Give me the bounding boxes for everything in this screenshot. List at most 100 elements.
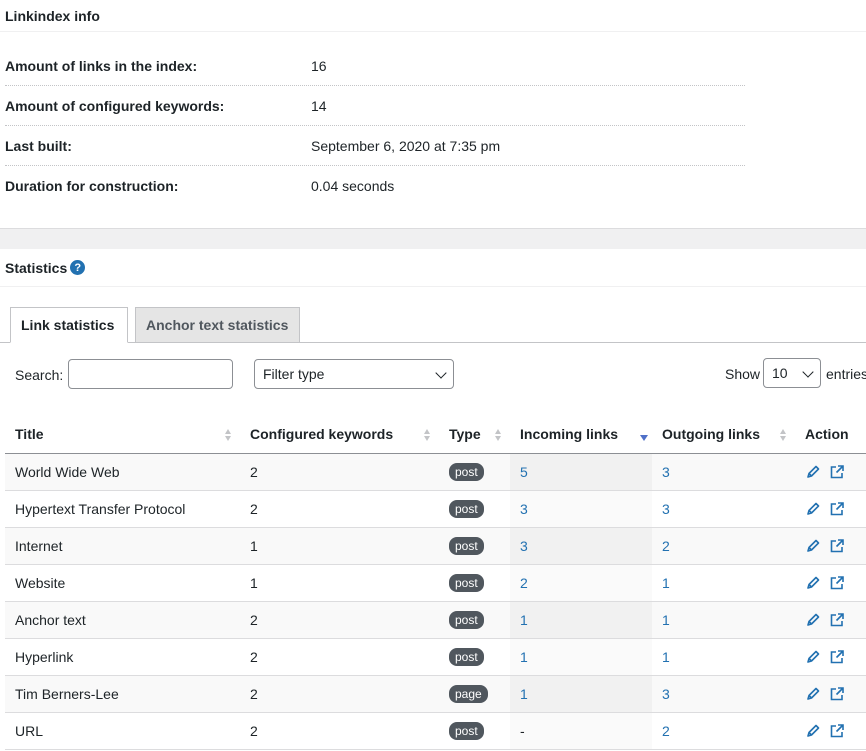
row-title: Anchor text [5, 601, 240, 639]
sort-icon [495, 429, 502, 441]
external-link-icon[interactable] [829, 538, 845, 554]
row-actions [795, 712, 866, 750]
linkindex-info-title: Linkindex info [5, 7, 100, 24]
column-header-incoming[interactable]: Incoming links [510, 415, 652, 454]
type-badge: post [449, 610, 484, 629]
type-badge: post [449, 573, 484, 592]
info-label: Last built: [5, 137, 72, 154]
row-outgoing: 1 [652, 564, 795, 602]
table-row: World Wide Web 2 post 5 3 [5, 453, 866, 491]
table-row: Tim Berners-Lee 2 page 1 3 [5, 675, 866, 713]
chevron-down-icon [802, 366, 814, 378]
row-incoming: 3 [510, 527, 652, 565]
help-icon[interactable]: ? [70, 260, 86, 275]
statistics-panel: Statistics ? Link statistics Anchor text… [0, 249, 866, 751]
pencil-icon[interactable] [805, 649, 821, 665]
entries-length-select[interactable]: 10 [763, 358, 821, 388]
table-row: Hyperlink 2 post 1 1 [5, 638, 866, 676]
row-title: Tim Berners-Lee [5, 675, 240, 713]
column-header-action: Action [795, 415, 866, 454]
pencil-icon[interactable] [805, 575, 821, 591]
incoming-links-value: - [520, 722, 525, 739]
type-badge: post [449, 721, 484, 740]
row-keywords: 2 [240, 601, 439, 639]
row-type: post [439, 601, 510, 639]
outgoing-links-link[interactable]: 1 [662, 649, 670, 665]
table-row: Website 1 post 2 1 [5, 564, 866, 602]
row-keywords: 2 [240, 712, 439, 750]
incoming-links-link[interactable]: 3 [520, 501, 528, 517]
link-statistics-table: Title Configured keywords Type Incoming … [5, 415, 866, 750]
outgoing-links-link[interactable]: 3 [662, 686, 670, 702]
sort-icon [424, 429, 431, 441]
type-badge: page [449, 684, 488, 703]
row-type: post [439, 453, 510, 491]
tab-link-statistics[interactable]: Link statistics [10, 307, 128, 343]
search-label: Search: [15, 367, 64, 383]
external-link-icon[interactable] [829, 612, 845, 628]
incoming-links-link[interactable]: 1 [520, 649, 528, 665]
row-type: post [439, 638, 510, 676]
search-input[interactable] [68, 359, 233, 389]
table-row: Hypertext Transfer Protocol 2 post 3 3 [5, 490, 866, 528]
sort-icon [780, 429, 787, 441]
pencil-icon[interactable] [805, 464, 821, 480]
incoming-links-link[interactable]: 5 [520, 464, 528, 480]
pencil-icon[interactable] [805, 612, 821, 628]
outgoing-links-link[interactable]: 1 [662, 575, 670, 591]
info-label: Duration for construction: [5, 178, 179, 194]
column-header-keywords[interactable]: Configured keywords [240, 415, 439, 454]
statistics-tabs: Link statistics Anchor text statistics [0, 307, 866, 343]
external-link-icon[interactable] [829, 575, 845, 591]
outgoing-links-link[interactable]: 3 [662, 501, 670, 517]
row-outgoing: 1 [652, 601, 795, 639]
pencil-icon[interactable] [805, 686, 821, 702]
row-actions [795, 675, 866, 713]
table-row: URL 2 post -2 [5, 712, 866, 750]
external-link-icon[interactable] [829, 649, 845, 665]
info-rows: Amount of links in the index: 16 Amount … [5, 46, 745, 206]
row-title: Website [5, 564, 240, 602]
outgoing-links-link[interactable]: 1 [662, 612, 670, 628]
info-value: 16 [311, 57, 327, 74]
pencil-icon[interactable] [805, 501, 821, 517]
type-badge: post [449, 462, 484, 481]
info-label: Amount of configured keywords: [5, 97, 225, 114]
incoming-links-link[interactable]: 1 [520, 686, 528, 702]
row-outgoing: 2 [652, 527, 795, 565]
column-header-title[interactable]: Title [5, 415, 240, 454]
row-incoming: 1 [510, 638, 652, 676]
info-row-links: Amount of links in the index: 16 [5, 46, 745, 86]
incoming-links-link[interactable]: 1 [520, 612, 528, 628]
table-header-row: Title Configured keywords Type Incoming … [5, 415, 866, 454]
row-type: post [439, 490, 510, 528]
statistics-title: Statistics [5, 259, 68, 276]
row-actions [795, 490, 866, 528]
row-keywords: 2 [240, 675, 439, 713]
external-link-icon[interactable] [829, 464, 845, 480]
outgoing-links-link[interactable]: 2 [662, 538, 670, 554]
row-incoming: 1 [510, 675, 652, 713]
table-controls: Search: Filter type Show 10 entries [0, 358, 866, 391]
column-header-type[interactable]: Type [439, 415, 510, 454]
sort-descending-icon [640, 435, 648, 441]
incoming-links-link[interactable]: 2 [520, 575, 528, 591]
external-link-icon[interactable] [829, 723, 845, 739]
filter-type-value: Filter type [263, 366, 325, 382]
column-header-outgoing[interactable]: Outgoing links [652, 415, 795, 454]
pencil-icon[interactable] [805, 723, 821, 739]
pencil-icon[interactable] [805, 538, 821, 554]
linkindex-info-header: Linkindex info [0, 0, 866, 32]
tab-anchor-text-statistics[interactable]: Anchor text statistics [135, 307, 300, 343]
incoming-links-link[interactable]: 3 [520, 538, 528, 554]
external-link-icon[interactable] [829, 501, 845, 517]
row-actions [795, 453, 866, 491]
info-value: 0.04 seconds [311, 178, 395, 194]
filter-type-select[interactable]: Filter type [254, 359, 454, 389]
outgoing-links-link[interactable]: 3 [662, 464, 670, 480]
outgoing-links-link[interactable]: 2 [662, 723, 670, 739]
row-keywords: 2 [240, 490, 439, 528]
row-incoming: 2 [510, 564, 652, 602]
external-link-icon[interactable] [829, 686, 845, 702]
row-outgoing: 3 [652, 453, 795, 491]
